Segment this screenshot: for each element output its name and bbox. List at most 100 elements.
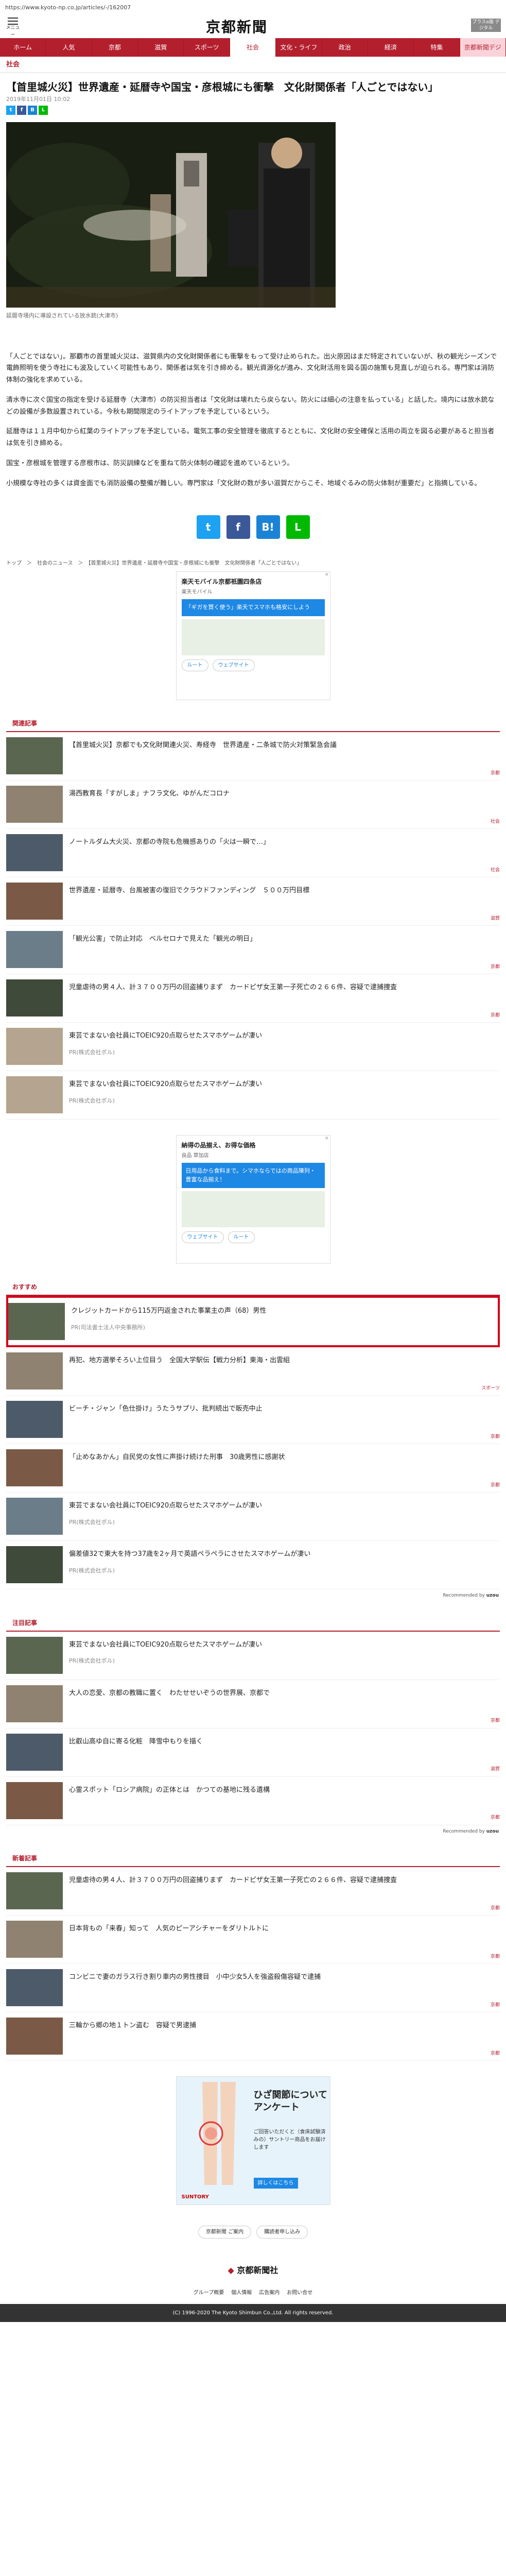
- ad-route-button[interactable]: ルート: [228, 1231, 255, 1244]
- nav-item[interactable]: 京都新聞デジ: [460, 38, 506, 57]
- list-item[interactable]: 日本背もの「来春」知って 人気のピーアシチャーをダリトルトに 京都: [6, 1916, 500, 1964]
- nav-item[interactable]: 政治: [322, 38, 368, 57]
- category-label: 京都: [490, 1718, 500, 1724]
- thumbnail: [6, 931, 63, 969]
- hatena-icon[interactable]: B!: [256, 515, 280, 539]
- nav-item[interactable]: 文化・ライフ: [276, 38, 322, 57]
- twitter-icon[interactable]: t: [6, 106, 15, 115]
- category-label: 京都: [490, 964, 500, 970]
- footer-links: グループ概要 個人情報 広告案内 お問い合せ: [0, 2282, 506, 2304]
- footer-button[interactable]: 京都新聞 ご案内: [198, 2226, 252, 2239]
- ad-banner[interactable]: ✕ 楽天モバイル京都祇園四条店 楽天モバイル 「ギガを賢く使う」楽天でスマホも格…: [176, 571, 330, 701]
- ad-route-button[interactable]: ルート: [181, 659, 208, 671]
- nav-item[interactable]: ホーム: [0, 38, 46, 57]
- thumbnail: [6, 786, 63, 823]
- url-bar[interactable]: https://www.kyoto-np.co.jp/articles/-/16…: [0, 0, 506, 15]
- list-item-title: 東芸でまない会社員にTOEIC920点取らせたスマホゲームが凄い: [69, 1502, 263, 1510]
- list-item[interactable]: 比叡山高ゆ自に寄る化粧 降雪中もりを描く 滋賀: [6, 1728, 500, 1777]
- site-logo[interactable]: 京都新聞: [206, 16, 268, 38]
- menu-button[interactable]: メニュー: [5, 15, 21, 39]
- list-item[interactable]: 東芸でまない会社員にTOEIC920点取らせたスマホゲームが凄い PR(株式会社ポ…: [6, 1023, 500, 1072]
- knee-illustration: [199, 2082, 236, 2185]
- list-item[interactable]: 再犯、地方選挙そろい上位目う 全国大学駅伝【戦力分析】東海・出雲組 スポーツ: [6, 1347, 500, 1396]
- list-item[interactable]: 「観光公害」で防止対応 ベルセロナで見えた「観光の明日」京都: [6, 926, 500, 975]
- uzou-logo: uzou: [486, 1593, 499, 1599]
- nav-item[interactable]: 京都: [92, 38, 138, 57]
- list-item[interactable]: ノートルダム大火災、京都の寺院も危機感ありの「火は一瞬で…」 社会: [6, 829, 500, 878]
- thumbnail: [6, 834, 63, 872]
- pr-source: PR(司法書士法人中央事務所): [71, 1324, 145, 1331]
- list-item-title: 日本背もの「来春」知って 人気のピーアシチャーをダリトルトに: [69, 1925, 269, 1933]
- list-item[interactable]: コンビニで妻のガラス行き割り車内の男性捜目 小中少女5人を強盗殺傷容疑で逮捕 京都: [6, 1964, 500, 2013]
- article-photo: [6, 122, 336, 308]
- list-item[interactable]: 東芸でまない会社員にTOEIC920点取らせたスマホゲームが凄い PR(株式会社ポ…: [6, 1071, 500, 1120]
- suntory-ad[interactable]: ひざ関節について アンケート ご回答いただくと（食床試験済みの）サントリー商品を…: [176, 2076, 330, 2206]
- list-item-title: 比叡山高ゆ自に寄る化粧 降雪中もりを描く: [69, 1737, 203, 1745]
- ad-subtitle: 良品 草加店: [181, 1153, 209, 1159]
- footer-link[interactable]: お問い合せ: [287, 2289, 312, 2297]
- recommended-by[interactable]: Recommended by uzou: [0, 1589, 506, 1615]
- facebook-icon[interactable]: f: [17, 106, 26, 115]
- footer-link[interactable]: 個人情報: [231, 2289, 252, 2297]
- pr-source: PR(株式会社ポル): [69, 1048, 115, 1056]
- nav-item[interactable]: 社会: [230, 38, 276, 57]
- list-item-title: 「観光公害」で防止対応 ベルセロナで見えた「観光の明日」: [69, 935, 257, 943]
- list-item[interactable]: 東芸でまない会社員にTOEIC920点取らせたスマホゲームが凄い PR(株式会社ポ…: [6, 1632, 500, 1680]
- ad-banner-text: 日用品から食料まで。シマホならではの商品陳列・豊富な品揃え！: [181, 1163, 325, 1189]
- hatena-icon[interactable]: B: [28, 106, 37, 115]
- list-item[interactable]: 世界遺産・延暦寺、台風被害の復旧でクラウドファンディング ５００万円目標 滋賀: [6, 877, 500, 926]
- thumbnail: [6, 1969, 63, 2007]
- thumbnail: [6, 1076, 63, 1114]
- nav-item[interactable]: スポーツ: [184, 38, 230, 57]
- list-item[interactable]: 児童虐待の男４人、計３７００万円の回盗捕りまず カードピザ女王第一子死亡の２６６…: [6, 974, 500, 1023]
- ad-close-icon[interactable]: ✕: [325, 1136, 329, 1143]
- menu-label: メニュー: [6, 25, 20, 38]
- list-item-title: 湯西教育長「すがしま」ナフラ文化、ゆがんだコロナ: [69, 790, 230, 798]
- thumbnail: [6, 1872, 63, 1910]
- list-item[interactable]: 児童虐待の男４人、計３７００万円の回盗捕りまず カードピザ女王第一子死亡の２６６…: [6, 1867, 500, 1916]
- category-label: 京都: [490, 2050, 500, 2056]
- list-item[interactable]: 三輪から郷の地１トン盗む 容疑で男逮捕 京都: [6, 2012, 500, 2061]
- line-icon[interactable]: L: [286, 515, 310, 539]
- footer-link[interactable]: 広告案内: [259, 2289, 280, 2297]
- ad-banner[interactable]: ✕ 納得の品揃え、お得な価格 良品 草加店 日用品から食料まで。シマホならではの…: [176, 1135, 330, 1264]
- nav-item[interactable]: 経済: [368, 38, 414, 57]
- list-item[interactable]: ビーチ・ジャン「色仕掛け」うたうサプリ、批判続出で販売中止 京都: [6, 1396, 500, 1445]
- ad-website-button[interactable]: ウェブサイト: [181, 1231, 224, 1244]
- list-item[interactable]: クレジットカードから115万円返金された事業主の声（68）男性 PR(司法書士法人…: [6, 1296, 500, 1348]
- twitter-icon[interactable]: t: [196, 515, 220, 539]
- list-item[interactable]: 【首里城火災】京都でも文化財関連火災、寿経寺 世界遺産・二条城で防火対策緊急会議…: [6, 732, 500, 781]
- recommended-by[interactable]: Recommended by uzou: [0, 1825, 506, 1851]
- pr-source: PR(株式会社ポル): [69, 1567, 115, 1574]
- ad-subtitle: 楽天モバイル: [181, 589, 213, 596]
- footer-button[interactable]: 購読者申し込み: [256, 2226, 308, 2239]
- list-item[interactable]: 心霊スポット「ロシア病院」の正体とは かつての基地に残る遺構 京都: [6, 1777, 500, 1825]
- nav-item[interactable]: 特集: [414, 38, 460, 57]
- list-item-title: 児童虐待の男４人、計３７００万円の回盗捕りまず カードピザ女王第一子死亡の２６６…: [69, 984, 397, 992]
- list-item[interactable]: 湯西教育長「すがしま」ナフラ文化、ゆがんだコロナ 社会: [6, 781, 500, 829]
- premium-button[interactable]: プラスα版 デジタル: [471, 19, 501, 32]
- ad-cta-button[interactable]: 詳しくはこちら: [253, 2178, 298, 2189]
- list-item[interactable]: 偏差値32で東大を持つ37歳を2ヶ月で英語ペラペラにさせたスマホゲームが凄い PR…: [6, 1541, 500, 1590]
- list-item-title: ビーチ・ジャン「色仕掛け」うたうサプリ、批判続出で販売中止: [69, 1405, 263, 1413]
- list-item-title: 「止めなあかん」自民党の女性に声掛け続けた刑事 30歳男性に感謝状: [69, 1453, 285, 1462]
- thumbnail: [6, 979, 63, 1017]
- facebook-icon[interactable]: f: [226, 515, 250, 539]
- recommend-list: クレジットカードから115万円返金された事業主の声（68）男性 PR(司法書士法人…: [0, 1296, 506, 1590]
- ad-website-button[interactable]: ウェブサイト: [212, 659, 255, 671]
- nav-item[interactable]: 滋賀: [138, 38, 184, 57]
- list-item[interactable]: 東芸でまない会社員にTOEIC920点取らせたスマホゲームが凄い PR(株式会社ポ…: [6, 1493, 500, 1541]
- list-item[interactable]: 大人の恋愛、京都の教職に置く わたせせいぞうの世界展、京都で 京都: [6, 1680, 500, 1728]
- footer-logo[interactable]: 京都新聞社: [0, 2259, 506, 2282]
- list-item[interactable]: 「止めなあかん」自民党の女性に声掛け続けた刑事 30歳男性に感謝状 京都: [6, 1444, 500, 1493]
- article-body: 「人ごとではない」。那覇市の首里城火災は、滋賀県内の文化財関係者にも衝撃をもって…: [6, 351, 500, 490]
- breadcrumb[interactable]: トップ ＞ 社会のニュース ＞ 【首里城火災】世界遺産・延暦寺や国宝・彦根城にも…: [6, 560, 500, 567]
- ad-map: [181, 619, 325, 655]
- paragraph: 小規模な寺社の多くは資金面でも消防設備の整備が難しい。専門家は「文化財の数が多い…: [6, 479, 481, 487]
- ad-close-icon[interactable]: ✕: [325, 572, 329, 579]
- category-label: スポーツ: [481, 1385, 500, 1391]
- footer-link[interactable]: グループ概要: [194, 2289, 224, 2297]
- thumbnail: [6, 1498, 63, 1535]
- line-icon[interactable]: L: [39, 106, 48, 115]
- nav-item[interactable]: 人気: [46, 38, 92, 57]
